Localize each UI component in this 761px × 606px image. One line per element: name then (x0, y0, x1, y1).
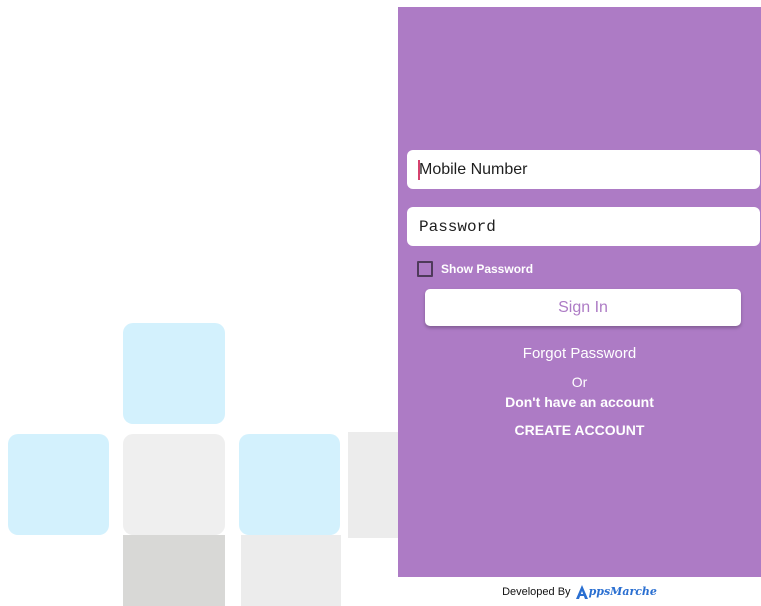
decor-tile-right (239, 434, 340, 535)
mobile-number-placeholder: Mobile Number (419, 160, 528, 178)
sign-in-label: Sign In (558, 298, 608, 316)
create-account-link[interactable]: CREATE ACCOUNT (398, 422, 761, 438)
decor-light-strip (348, 432, 398, 538)
a-triangle-logo-icon (575, 584, 588, 599)
decor-light-block (241, 535, 341, 606)
sign-in-button[interactable]: Sign In (425, 289, 741, 326)
no-account-text: Don't have an account (505, 394, 654, 410)
password-field[interactable]: Password (407, 207, 760, 246)
mobile-number-field[interactable]: Mobile Number (407, 150, 760, 189)
decor-tile-center (123, 434, 225, 535)
footer: Developed By ppsMarche (398, 577, 761, 606)
show-password-toggle[interactable]: Show Password (417, 261, 533, 277)
password-placeholder: Password (419, 217, 496, 236)
text-caret (418, 160, 420, 180)
brand-logo: ppsMarche (575, 584, 657, 600)
decor-shadow-block (123, 535, 225, 606)
decor-tile-top (123, 323, 225, 424)
developed-by-label: Developed By (502, 585, 571, 598)
forgot-password-link[interactable]: Forgot Password (398, 345, 761, 362)
show-password-checkbox[interactable] (417, 261, 433, 277)
login-panel: Mobile Number Password Show Password Sig… (398, 7, 761, 606)
or-separator: Or (571, 374, 588, 390)
decor-tile-left (8, 434, 109, 535)
brand-name-text: ppsMarche (588, 585, 657, 598)
show-password-label: Show Password (441, 262, 534, 276)
